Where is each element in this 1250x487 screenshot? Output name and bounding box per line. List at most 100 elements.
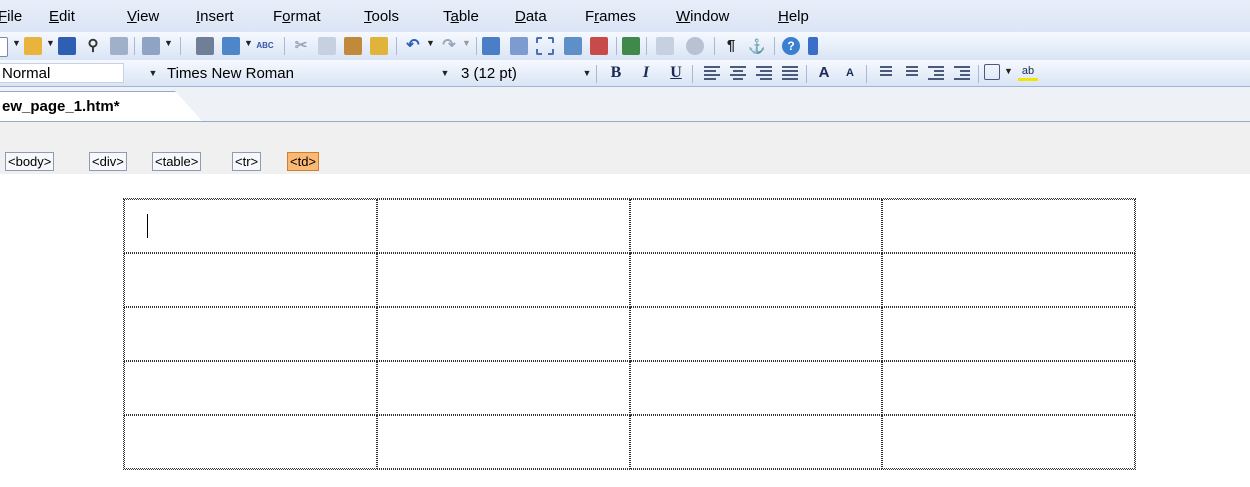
tag-tr[interactable]: <tr> <box>232 152 262 171</box>
publish-icon[interactable] <box>110 37 128 55</box>
menu-insert[interactable]: Insert <box>196 8 234 25</box>
insert-picture-icon[interactable] <box>564 37 582 55</box>
borders-icon[interactable] <box>984 64 1000 80</box>
preview-dropdown-icon[interactable]: ▼ <box>244 38 253 48</box>
align-left-icon[interactable] <box>704 66 720 80</box>
web-component-dropdown-icon[interactable]: ▼ <box>164 38 173 48</box>
show-formatting-icon[interactable]: ¶ <box>722 37 740 55</box>
drawing-icon[interactable] <box>590 37 608 55</box>
tag-div[interactable]: <div> <box>89 152 127 171</box>
save-icon[interactable] <box>58 37 76 55</box>
table-cell[interactable] <box>124 415 377 469</box>
table-cell[interactable] <box>629 199 883 253</box>
shrink-font-button[interactable]: A <box>840 64 860 82</box>
toolbar-options-icon[interactable] <box>808 37 818 55</box>
menu-help[interactable]: Help <box>778 8 809 25</box>
table-row <box>124 253 1135 307</box>
new-dropdown-arrow-icon[interactable]: ▼ <box>12 38 21 48</box>
table-cell[interactable] <box>882 253 1135 307</box>
hyperlink-icon[interactable] <box>622 37 640 55</box>
menu-table[interactable]: Table <box>443 8 479 25</box>
menu-edit[interactable]: Edit <box>49 8 75 25</box>
print-icon[interactable] <box>196 37 214 55</box>
style-dropdown-icon[interactable]: ▼ <box>146 64 160 82</box>
justify-icon[interactable] <box>782 66 798 80</box>
layout-table-icon[interactable] <box>536 37 554 55</box>
menu-window[interactable]: Window <box>676 8 729 25</box>
editing-area[interactable] <box>0 174 1250 487</box>
insert-layer-icon[interactable] <box>482 37 500 55</box>
menu-frames[interactable]: Frames <box>585 8 636 25</box>
table-cell[interactable] <box>882 361 1135 415</box>
bold-button[interactable]: B <box>606 64 626 82</box>
table-cell[interactable] <box>376 361 630 415</box>
table-cell[interactable] <box>629 415 883 469</box>
size-combo[interactable]: 3 (12 pt) <box>456 63 566 83</box>
table-cell[interactable] <box>124 253 377 307</box>
stop-icon[interactable] <box>686 37 704 55</box>
table-cell[interactable] <box>882 199 1135 253</box>
refresh-icon[interactable] <box>656 37 674 55</box>
undo-icon[interactable]: ↶ <box>404 37 422 55</box>
underline-button[interactable]: U <box>666 64 686 82</box>
copy-icon[interactable] <box>318 37 336 55</box>
grow-font-button[interactable]: A <box>814 64 834 82</box>
highlight-button[interactable]: ab <box>1018 64 1038 81</box>
align-center-icon[interactable] <box>730 66 746 80</box>
font-value: Times New Roman <box>167 65 294 82</box>
menu-file[interactable]: File <box>0 8 22 25</box>
web-component-icon[interactable] <box>142 37 160 55</box>
table-cell[interactable] <box>376 253 630 307</box>
format-painter-icon[interactable] <box>370 37 388 55</box>
preview-icon[interactable] <box>222 37 240 55</box>
menu-data[interactable]: Data <box>515 8 547 25</box>
table-cell[interactable] <box>629 361 883 415</box>
redo-dropdown-icon[interactable]: ▼ <box>462 38 471 48</box>
style-value: Normal <box>2 65 51 82</box>
font-combo[interactable]: Times New Roman <box>162 63 432 83</box>
table-cell[interactable] <box>124 307 377 361</box>
style-combo[interactable]: Normal <box>0 63 124 83</box>
font-dropdown-icon[interactable]: ▼ <box>438 64 452 82</box>
table-cell[interactable] <box>376 415 630 469</box>
borders-dropdown-icon[interactable]: ▼ <box>1004 66 1013 76</box>
table-cell[interactable] <box>629 253 883 307</box>
spelling-icon[interactable]: ABC <box>256 37 274 55</box>
increase-indent-icon[interactable] <box>954 66 970 80</box>
tag-body[interactable]: <body> <box>5 152 55 171</box>
redo-icon[interactable]: ↷ <box>440 37 458 55</box>
open-dropdown-arrow-icon[interactable]: ▼ <box>46 38 55 48</box>
table-cell[interactable] <box>124 199 377 253</box>
menu-format[interactable]: Format <box>273 8 321 25</box>
table-cell[interactable] <box>376 307 630 361</box>
toolbar-separator <box>978 65 979 83</box>
menu-view[interactable]: View <box>127 8 159 25</box>
menu-tools[interactable]: Tools <box>364 8 399 25</box>
find-icon[interactable]: ⚲ <box>84 37 102 55</box>
page-table[interactable] <box>123 198 1136 470</box>
align-right-icon[interactable] <box>756 66 772 80</box>
italic-button[interactable]: I <box>636 64 656 82</box>
bullets-icon[interactable] <box>902 66 918 80</box>
cut-icon[interactable]: ✂ <box>292 37 310 55</box>
anchor-icon[interactable]: ⚓ <box>748 37 766 55</box>
table-cell[interactable] <box>376 199 630 253</box>
undo-dropdown-icon[interactable]: ▼ <box>426 38 435 48</box>
numbering-icon[interactable] <box>876 66 892 80</box>
open-folder-icon[interactable] <box>24 37 42 55</box>
new-page-icon[interactable] <box>0 37 8 57</box>
table-cell[interactable] <box>882 415 1135 469</box>
size-dropdown-icon[interactable]: ▼ <box>580 64 594 82</box>
table-cell[interactable] <box>124 361 377 415</box>
insert-table-icon[interactable] <box>510 37 528 55</box>
help-icon[interactable]: ? <box>782 37 800 55</box>
decrease-indent-icon[interactable] <box>928 66 944 80</box>
table-cell[interactable] <box>882 307 1135 361</box>
table-cell[interactable] <box>629 307 883 361</box>
tag-td[interactable]: <td> <box>287 152 320 171</box>
table-row <box>124 361 1135 415</box>
paste-icon[interactable] <box>344 37 362 55</box>
toolbar-separator <box>596 65 597 83</box>
document-tab[interactable]: ew_page_1.htm* <box>0 91 202 121</box>
tag-table[interactable]: <table> <box>152 152 202 171</box>
